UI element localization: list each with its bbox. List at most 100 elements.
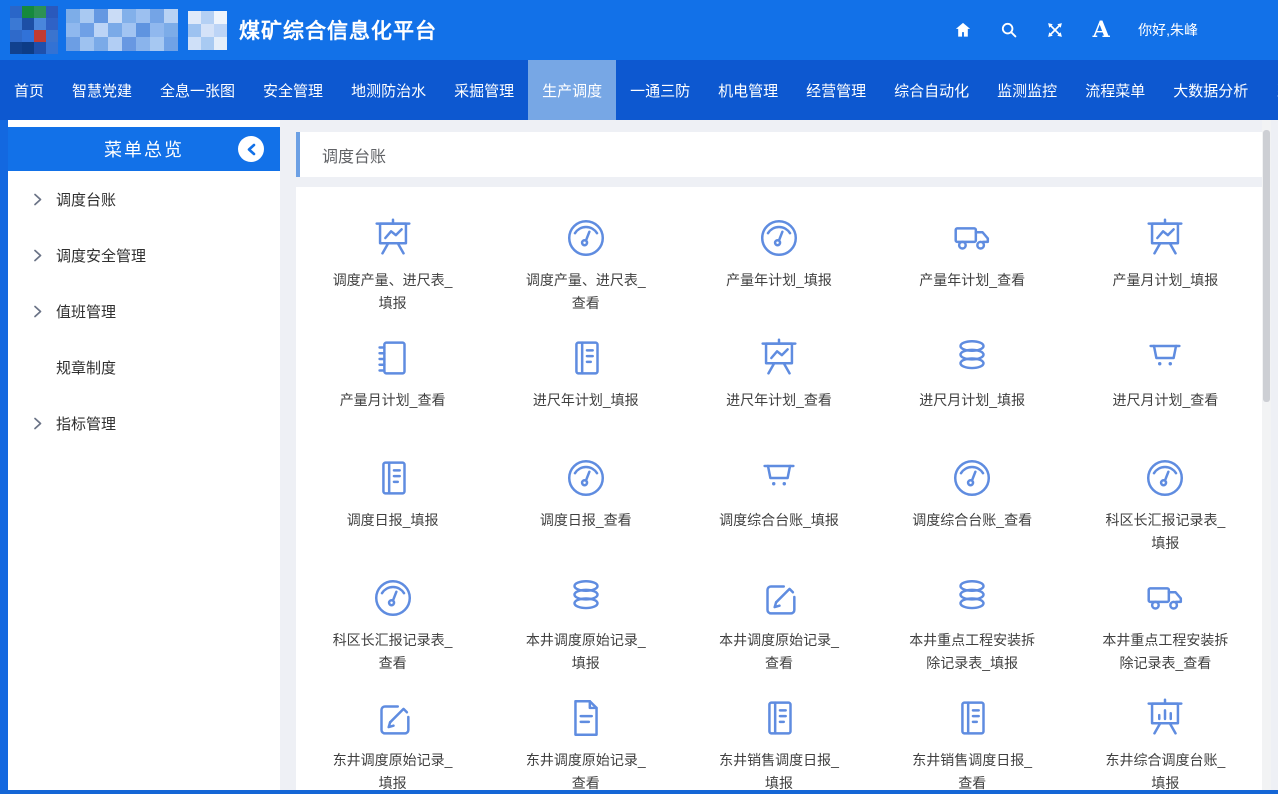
menu-grid-item-label: 东井调度原始记录_填报 [328,749,458,794]
nav-item[interactable]: 监测监控 [983,60,1071,120]
menu-grid-item-label: 本井调度原始记录_填报 [521,629,651,675]
menu-grid-item-label: 科区长汇报记录表_填报 [1100,509,1230,555]
home-icon[interactable] [950,17,976,43]
menu-grid-item[interactable]: 东井销售调度日报_填报 [682,679,875,794]
nav-item[interactable]: 一通三防 [616,60,704,120]
ledger-icon [563,335,609,381]
font-size-icon[interactable]: A [1088,17,1114,43]
gauge-icon [949,455,995,501]
scrollbar-thumb[interactable] [1263,130,1270,402]
top-header: 煤矿综合信息化平台 A 你好,朱峰 [0,0,1278,60]
menu-grid-item-label: 东井综合调度台账_填报 [1100,749,1230,794]
nav-item[interactable]: 智慧党建 [58,60,146,120]
menu-grid-item-label: 产量年计划_查看 [907,269,1037,292]
nav-item[interactable]: 安全管理 [249,60,337,120]
chevron-right-icon [32,193,43,206]
sidebar-item-label: 规章制度 [56,357,116,378]
sidebar-item[interactable]: 调度台账 [8,171,280,227]
nav-item[interactable]: 机电管理 [704,60,792,120]
menu-grid-item[interactable]: 科区长汇报记录表_查看 [296,559,489,679]
menu-grid-item[interactable]: 进尺月计划_填报 [876,319,1069,439]
sidebar-item-label: 指标管理 [56,413,116,434]
menu-grid-item[interactable]: 东井调度原始记录_查看 [489,679,682,794]
menu-grid-item[interactable]: 本井重点工程安装拆除记录表_查看 [1069,559,1262,679]
menu-grid-item-label: 调度日报_填报 [328,509,458,532]
menu-grid-item[interactable]: 调度产量、进尺表_填报 [296,199,489,319]
blurred-text [188,11,227,50]
nav-item[interactable]: 采掘管理 [440,60,528,120]
menu-grid-item-label: 调度产量、进尺表_查看 [521,269,651,315]
menu-grid-item[interactable]: 本井重点工程安装拆除记录表_填报 [876,559,1069,679]
menu-grid-item[interactable]: 进尺月计划_查看 [1069,319,1262,439]
app-title: 煤矿综合信息化平台 [239,15,437,45]
body-row: 菜单总览 调度台账 调度安全管理 值班管理 规章制度 指标管理 [0,120,1278,794]
menu-grid-item[interactable]: 进尺年计划_填报 [489,319,682,439]
menu-grid-item[interactable]: 东井销售调度日报_查看 [876,679,1069,794]
app-logo [10,6,58,54]
chart-board-line-icon [1142,215,1188,261]
menu-grid-item[interactable]: 东井综合调度台账_填报 [1069,679,1262,794]
sidebar-collapse-button[interactable] [238,136,264,162]
nav-list: 首页智慧党建全息一张图安全管理地测防治水采掘管理生产调度一通三防机电管理经营管理… [0,60,1278,120]
chart-board-line-icon [756,335,802,381]
menu-grid-item[interactable]: 调度综合台账_填报 [682,439,875,559]
chevron-right-icon [32,249,43,262]
nav-item[interactable]: 经营管理 [792,60,880,120]
chart-board-line-icon [370,215,416,261]
menu-grid-item[interactable]: 调度日报_填报 [296,439,489,559]
database-icon [949,575,995,621]
menu-grid-item[interactable]: 调度产量、进尺表_查看 [489,199,682,319]
search-icon[interactable] [996,17,1022,43]
edit-icon [756,575,802,621]
nav-item[interactable]: 流程菜单 [1071,60,1159,120]
sidebar-item[interactable]: 值班管理 [8,283,280,339]
chevron-right-icon [32,305,43,318]
nav-item[interactable]: 系统运维 [1262,60,1278,120]
database-icon [949,335,995,381]
menu-grid-item[interactable]: 产量年计划_填报 [682,199,875,319]
nav-item[interactable]: 全息一张图 [146,60,249,120]
blurred-org-name [66,9,178,51]
truck-icon [1142,575,1188,621]
menu-grid-item[interactable]: 本井调度原始记录_填报 [489,559,682,679]
menu-grid-item-label: 本井调度原始记录_查看 [714,629,844,675]
nav-item-active[interactable]: 生产调度 [528,60,616,120]
menu-grid-item-label: 产量月计划_查看 [328,389,458,412]
fullscreen-icon[interactable] [1042,17,1068,43]
gauge-icon [563,455,609,501]
sidebar-item[interactable]: 调度安全管理 [8,227,280,283]
ledger-icon [370,455,416,501]
menu-grid-item[interactable]: 产量年计划_查看 [876,199,1069,319]
cart-icon [1142,335,1188,381]
chevron-right-icon [32,417,43,430]
menu-grid-item-label: 进尺月计划_查看 [1100,389,1230,412]
menu-grid-item[interactable]: 进尺年计划_查看 [682,319,875,439]
menu-grid-item[interactable]: 产量月计划_填报 [1069,199,1262,319]
menu-grid-item[interactable]: 产量月计划_查看 [296,319,489,439]
nav-item[interactable]: 大数据分析 [1159,60,1262,120]
menu-grid-item-label: 进尺年计划_查看 [714,389,844,412]
user-greeting: 你好,朱峰 [1138,20,1198,40]
gauge-icon [756,215,802,261]
breadcrumb: 调度台账 [322,143,386,167]
menu-grid-item[interactable]: 调度日报_查看 [489,439,682,559]
bottom-edge-strip [0,790,1278,794]
menu-grid-item[interactable]: 东井调度原始记录_填报 [296,679,489,794]
sidebar-item[interactable]: 指标管理 [8,395,280,451]
menu-grid-item[interactable]: 科区长汇报记录表_填报 [1069,439,1262,559]
nav-item[interactable]: 首页 [0,60,58,120]
edit-icon [370,695,416,741]
sidebar-item-label: 调度台账 [56,189,116,210]
menu-grid-item-label: 东井销售调度日报_查看 [907,749,1037,794]
menu-grid-item-label: 进尺月计划_填报 [907,389,1037,412]
nav-item[interactable]: 地测防治水 [337,60,440,120]
menu-grid-item-label: 本井重点工程安装拆除记录表_查看 [1100,629,1230,675]
scrollbar[interactable] [1262,120,1271,794]
nav-item[interactable]: 综合自动化 [880,60,983,120]
menu-grid-item[interactable]: 本井调度原始记录_查看 [682,559,875,679]
breadcrumb-bar: 调度台账 [296,132,1262,177]
menu-grid-item[interactable]: 调度综合台账_查看 [876,439,1069,559]
gauge-icon [1142,455,1188,501]
gauge-icon [563,215,609,261]
sidebar-item[interactable]: 规章制度 [8,339,280,395]
